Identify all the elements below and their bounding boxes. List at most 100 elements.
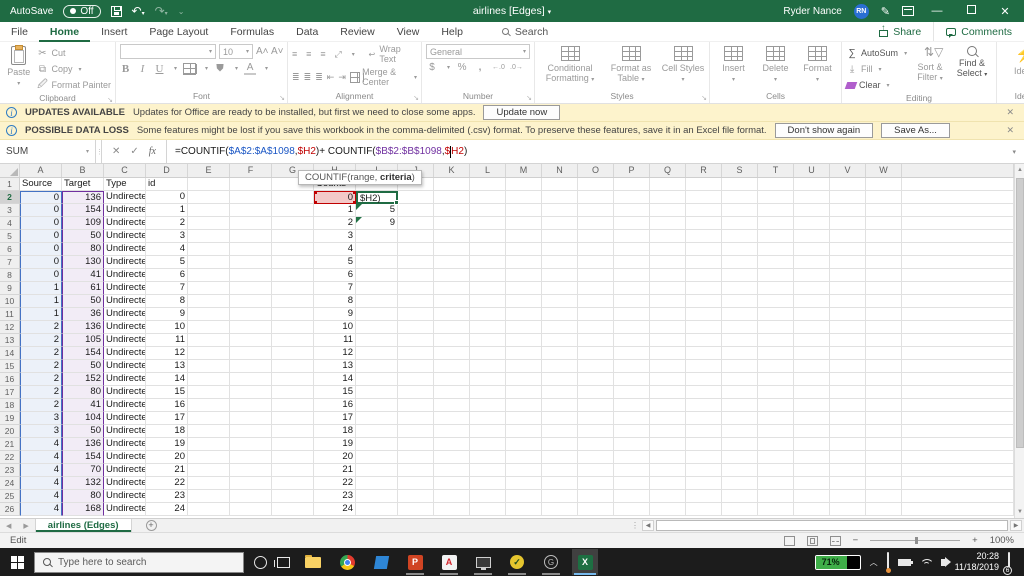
grid-cell[interactable] xyxy=(188,295,230,308)
grid-cell[interactable] xyxy=(578,360,614,373)
grid-cell[interactable] xyxy=(794,464,830,477)
user-name[interactable]: Ryder Nance xyxy=(783,6,841,17)
grid-cell[interactable] xyxy=(542,256,578,269)
grid-cell[interactable] xyxy=(722,386,758,399)
grid-cell[interactable] xyxy=(830,464,866,477)
grid-cell[interactable]: 8 xyxy=(314,295,356,308)
grid-cell[interactable] xyxy=(506,477,542,490)
column-header-K[interactable]: K xyxy=(434,164,470,177)
grid-cell[interactable]: 5 xyxy=(356,204,398,217)
grid-cell[interactable] xyxy=(272,438,314,451)
row-header-24[interactable]: 24 xyxy=(0,477,20,490)
grid-cell[interactable] xyxy=(794,360,830,373)
grid-cell[interactable] xyxy=(722,464,758,477)
grid-cell[interactable] xyxy=(230,191,272,204)
grid-cell[interactable] xyxy=(398,490,434,503)
grid-cell[interactable] xyxy=(506,321,542,334)
column-header-N[interactable]: N xyxy=(542,164,578,177)
increase-decimal-icon[interactable]: ←.0 xyxy=(492,64,505,71)
scroll-up-icon[interactable]: ▲ xyxy=(1015,164,1024,176)
grid-cell[interactable] xyxy=(542,191,578,204)
align-middle-icon[interactable]: ≡ xyxy=(306,49,318,59)
borders-icon[interactable] xyxy=(183,62,197,75)
grid-cell[interactable] xyxy=(650,178,686,191)
font-name-combo[interactable]: ▾ xyxy=(120,44,216,59)
page-layout-view-icon[interactable] xyxy=(806,535,818,546)
grid-cell[interactable] xyxy=(470,373,506,386)
grid-cell[interactable] xyxy=(722,308,758,321)
grid-cell[interactable]: 2 xyxy=(20,347,62,360)
row-header-7[interactable]: 7 xyxy=(0,256,20,269)
grid-cell[interactable] xyxy=(650,269,686,282)
column-header-D[interactable]: D xyxy=(146,164,188,177)
format-as-table-button[interactable]: Format as Table ▾ xyxy=(604,44,658,84)
row-header-17[interactable]: 17 xyxy=(0,386,20,399)
grid-cell[interactable] xyxy=(578,425,614,438)
grid-cell[interactable] xyxy=(794,204,830,217)
grid-cell[interactable]: 1 xyxy=(20,282,62,295)
grid-cell[interactable]: 6 xyxy=(146,269,188,282)
grid-cell[interactable] xyxy=(470,451,506,464)
grid-cell[interactable]: 12 xyxy=(314,347,356,360)
row-header-11[interactable]: 11 xyxy=(0,308,20,321)
tab-help[interactable]: Help xyxy=(430,22,474,42)
grid-cell[interactable]: 5 xyxy=(314,256,356,269)
grid-cell[interactable] xyxy=(686,295,722,308)
grid-cell[interactable]: Undirected xyxy=(104,425,146,438)
grid-cell[interactable] xyxy=(686,191,722,204)
grid-cell[interactable] xyxy=(398,360,434,373)
grid-cell[interactable] xyxy=(650,256,686,269)
sheet-nav-right-icon[interactable]: ▶ xyxy=(17,522,34,530)
grid-cell[interactable] xyxy=(578,256,614,269)
grid-cell[interactable] xyxy=(398,334,434,347)
pencil-icon[interactable]: ✎ xyxy=(881,5,890,18)
grid-cell[interactable]: 4 xyxy=(20,464,62,477)
grid-cell[interactable] xyxy=(614,204,650,217)
sheet-nav-left-icon[interactable]: ◀ xyxy=(0,522,17,530)
grid-cell[interactable] xyxy=(614,425,650,438)
grid-cell[interactable] xyxy=(470,334,506,347)
paste-button[interactable]: Paste ▾ xyxy=(4,44,33,88)
grid-cell[interactable] xyxy=(230,360,272,373)
grid-cell[interactable] xyxy=(614,490,650,503)
grid-cell[interactable] xyxy=(356,321,398,334)
grid-cell[interactable] xyxy=(506,308,542,321)
grid-cell[interactable] xyxy=(434,477,470,490)
grid-cell[interactable] xyxy=(470,308,506,321)
wifi-icon[interactable] xyxy=(919,558,932,566)
grid-cell[interactable] xyxy=(614,347,650,360)
grid-cell[interactable] xyxy=(866,243,902,256)
grid-cell[interactable]: Undirected xyxy=(104,503,146,516)
cancel-entry-icon[interactable]: ✕ xyxy=(112,146,120,157)
grid-cell[interactable] xyxy=(398,282,434,295)
cell-styles-button[interactable]: Cell Styles ▾ xyxy=(661,44,705,84)
grid-cell[interactable] xyxy=(902,243,1014,256)
grid-cell[interactable] xyxy=(722,451,758,464)
scroll-down-icon[interactable]: ▼ xyxy=(1015,506,1024,518)
grid-cell[interactable] xyxy=(272,243,314,256)
grid-cell[interactable] xyxy=(902,217,1014,230)
grid-cell[interactable] xyxy=(614,295,650,308)
column-header-T[interactable]: T xyxy=(758,164,794,177)
zoom-slider-thumb[interactable] xyxy=(915,537,919,544)
notification-button[interactable]: Don't show again xyxy=(774,123,874,138)
grid-cell[interactable] xyxy=(902,308,1014,321)
grid-cell[interactable] xyxy=(902,269,1014,282)
grid-cell[interactable] xyxy=(542,334,578,347)
grid-cell[interactable] xyxy=(434,178,470,191)
grid-cell[interactable] xyxy=(398,412,434,425)
grid-cell[interactable] xyxy=(506,243,542,256)
grid-cell[interactable] xyxy=(578,399,614,412)
grid-cell[interactable] xyxy=(902,256,1014,269)
tab-insert[interactable]: Insert xyxy=(90,22,138,42)
underline-button[interactable]: U xyxy=(154,63,165,75)
grid-cell[interactable] xyxy=(650,321,686,334)
grid-cell[interactable] xyxy=(188,503,230,516)
grid-cell[interactable] xyxy=(830,178,866,191)
grid-cell[interactable]: 18 xyxy=(314,425,356,438)
referenced-cell-H2[interactable]: 0 xyxy=(314,191,356,204)
start-button[interactable] xyxy=(0,548,34,576)
grid-cell[interactable] xyxy=(650,282,686,295)
grid-cell[interactable]: Undirected xyxy=(104,451,146,464)
grid-cell[interactable] xyxy=(722,204,758,217)
